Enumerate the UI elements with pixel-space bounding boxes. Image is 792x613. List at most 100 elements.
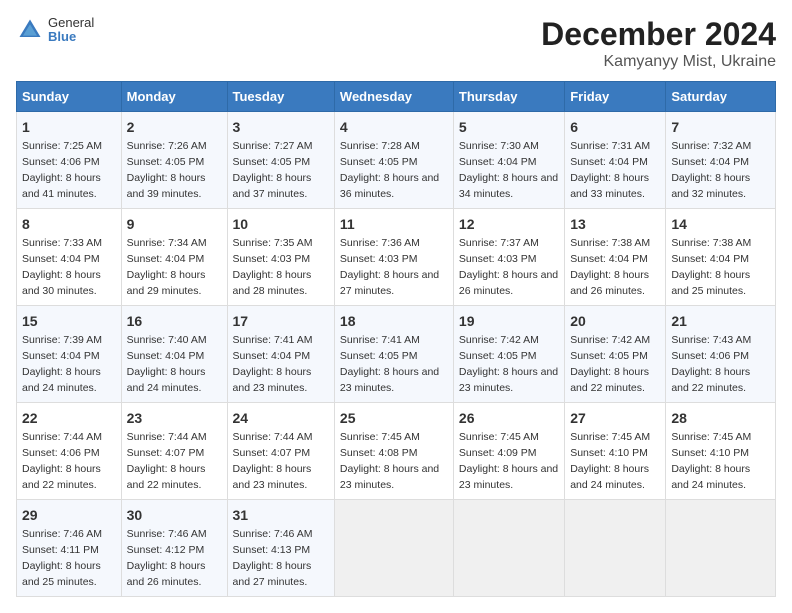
sunset-info: Sunset: 4:03 PM xyxy=(233,253,311,265)
daylight-label: Daylight: 8 hours and 23 minutes. xyxy=(340,366,439,394)
calendar-cell: 6Sunrise: 7:31 AMSunset: 4:04 PMDaylight… xyxy=(565,112,666,209)
calendar-cell: 28Sunrise: 7:45 AMSunset: 4:10 PMDayligh… xyxy=(666,403,776,500)
sunrise-info: Sunrise: 7:38 AM xyxy=(671,237,751,249)
calendar-week-row: 1Sunrise: 7:25 AMSunset: 4:06 PMDaylight… xyxy=(17,112,776,209)
calendar-cell: 19Sunrise: 7:42 AMSunset: 4:05 PMDayligh… xyxy=(453,306,564,403)
col-monday: Monday xyxy=(121,82,227,112)
sunrise-info: Sunrise: 7:31 AM xyxy=(570,140,650,152)
sunset-info: Sunset: 4:06 PM xyxy=(22,156,100,168)
daylight-label: Daylight: 8 hours and 24 minutes. xyxy=(671,463,750,491)
sunrise-info: Sunrise: 7:45 AM xyxy=(570,431,650,443)
sunset-info: Sunset: 4:12 PM xyxy=(127,544,205,556)
sunset-info: Sunset: 4:04 PM xyxy=(671,253,749,265)
calendar-cell: 13Sunrise: 7:38 AMSunset: 4:04 PMDayligh… xyxy=(565,209,666,306)
sunset-info: Sunset: 4:04 PM xyxy=(570,156,648,168)
daylight-label: Daylight: 8 hours and 24 minutes. xyxy=(22,366,101,394)
sunset-info: Sunset: 4:05 PM xyxy=(340,350,418,362)
calendar-cell: 18Sunrise: 7:41 AMSunset: 4:05 PMDayligh… xyxy=(334,306,453,403)
sunset-info: Sunset: 4:05 PM xyxy=(127,156,205,168)
daylight-label: Daylight: 8 hours and 24 minutes. xyxy=(127,366,206,394)
day-number: 10 xyxy=(233,214,329,234)
logo: General Blue xyxy=(16,16,94,45)
day-number: 16 xyxy=(127,311,222,331)
calendar-cell: 16 Sunrise: 7:40 AM Sunset: 4:04 PM Dayligh… xyxy=(121,306,227,403)
calendar-cell: 27Sunrise: 7:45 AMSunset: 4:10 PMDayligh… xyxy=(565,403,666,500)
calendar-cell: 8Sunrise: 7:33 AMSunset: 4:04 PMDaylight… xyxy=(17,209,122,306)
calendar-cell xyxy=(565,500,666,597)
sunset-info: Sunset: 4:07 PM xyxy=(233,447,311,459)
col-tuesday: Tuesday xyxy=(227,82,334,112)
sunrise-info: Sunrise: 7:40 AM xyxy=(127,334,207,346)
daylight-label: Daylight: 8 hours and 28 minutes. xyxy=(233,269,312,297)
day-number: 28 xyxy=(671,408,770,428)
day-number: 23 xyxy=(127,408,222,428)
daylight-label: Daylight: 8 hours and 23 minutes. xyxy=(233,463,312,491)
calendar-cell: 22Sunrise: 7:44 AMSunset: 4:06 PMDayligh… xyxy=(17,403,122,500)
daylight-label: Daylight: 8 hours and 25 minutes. xyxy=(22,560,101,588)
day-number: 8 xyxy=(22,214,116,234)
sunrise-info: Sunrise: 7:26 AM xyxy=(127,140,207,152)
sunset-info: Sunset: 4:04 PM xyxy=(459,156,537,168)
logo-general-text: General xyxy=(48,16,94,30)
sunset-info: Sunset: 4:04 PM xyxy=(22,350,100,362)
sunset-info: Sunset: 4:09 PM xyxy=(459,447,537,459)
sunset-info: Sunset: 4:04 PM xyxy=(233,350,311,362)
day-number: 7 xyxy=(671,117,770,137)
daylight-label: Daylight: 8 hours and 26 minutes. xyxy=(459,269,558,297)
daylight-label: Daylight: 8 hours and 37 minutes. xyxy=(233,172,312,200)
calendar-cell: 26Sunrise: 7:45 AMSunset: 4:09 PMDayligh… xyxy=(453,403,564,500)
sunrise-info: Sunrise: 7:36 AM xyxy=(340,237,420,249)
sunset-info: Sunset: 4:10 PM xyxy=(570,447,648,459)
sunrise-info: Sunrise: 7:45 AM xyxy=(459,431,539,443)
calendar-cell xyxy=(453,500,564,597)
sunrise-info: Sunrise: 7:46 AM xyxy=(127,528,207,540)
sunrise-info: Sunrise: 7:41 AM xyxy=(233,334,313,346)
daylight-label: Daylight: 8 hours and 27 minutes. xyxy=(340,269,439,297)
sunrise-info: Sunrise: 7:27 AM xyxy=(233,140,313,152)
daylight-label: Daylight: 8 hours and 22 minutes. xyxy=(671,366,750,394)
day-number: 18 xyxy=(340,311,448,331)
day-number: 15 xyxy=(22,311,116,331)
sunrise-info: Sunrise: 7:38 AM xyxy=(570,237,650,249)
calendar-cell: 23Sunrise: 7:44 AMSunset: 4:07 PMDayligh… xyxy=(121,403,227,500)
calendar-cell: 15Sunrise: 7:39 AMSunset: 4:04 PMDayligh… xyxy=(17,306,122,403)
calendar-cell: 14Sunrise: 7:38 AMSunset: 4:04 PMDayligh… xyxy=(666,209,776,306)
col-friday: Friday xyxy=(565,82,666,112)
daylight-label: Daylight: 8 hours and 36 minutes. xyxy=(340,172,439,200)
day-number: 9 xyxy=(127,214,222,234)
sunset-info: Sunset: 4:04 PM xyxy=(127,253,205,265)
daylight-label: Daylight: 8 hours and 27 minutes. xyxy=(233,560,312,588)
daylight-label: Daylight: 8 hours and 26 minutes. xyxy=(127,560,206,588)
calendar-cell: 24Sunrise: 7:44 AMSunset: 4:07 PMDayligh… xyxy=(227,403,334,500)
calendar-cell: 20Sunrise: 7:42 AMSunset: 4:05 PMDayligh… xyxy=(565,306,666,403)
daylight-label: Daylight: 8 hours and 39 minutes. xyxy=(127,172,206,200)
col-saturday: Saturday xyxy=(666,82,776,112)
logo-icon xyxy=(16,16,44,44)
daylight-label: Daylight: 8 hours and 33 minutes. xyxy=(570,172,649,200)
sunset-info: Sunset: 4:10 PM xyxy=(671,447,749,459)
calendar-week-row: 8Sunrise: 7:33 AMSunset: 4:04 PMDaylight… xyxy=(17,209,776,306)
sunrise-info: Sunrise: 7:42 AM xyxy=(570,334,650,346)
day-number: 22 xyxy=(22,408,116,428)
sunrise-info: Sunrise: 7:32 AM xyxy=(671,140,751,152)
day-number: 3 xyxy=(233,117,329,137)
col-sunday: Sunday xyxy=(17,82,122,112)
calendar-cell: 5Sunrise: 7:30 AMSunset: 4:04 PMDaylight… xyxy=(453,112,564,209)
sunrise-info: Sunrise: 7:35 AM xyxy=(233,237,313,249)
sunrise-info: Sunrise: 7:28 AM xyxy=(340,140,420,152)
calendar-cell xyxy=(666,500,776,597)
sunset-info: Sunset: 4:04 PM xyxy=(570,253,648,265)
calendar-cell: 17Sunrise: 7:41 AMSunset: 4:04 PMDayligh… xyxy=(227,306,334,403)
calendar-table: Sunday Monday Tuesday Wednesday Thursday… xyxy=(16,81,776,597)
day-number: 21 xyxy=(671,311,770,331)
sunrise-info: Sunrise: 7:37 AM xyxy=(459,237,539,249)
day-number: 2 xyxy=(127,117,222,137)
day-number: 1 xyxy=(22,117,116,137)
daylight-label: Daylight: 8 hours and 34 minutes. xyxy=(459,172,558,200)
day-number: 24 xyxy=(233,408,329,428)
sunset-info: Sunset: 4:04 PM xyxy=(22,253,100,265)
calendar-cell: 7Sunrise: 7:32 AMSunset: 4:04 PMDaylight… xyxy=(666,112,776,209)
page-title: December 2024 xyxy=(541,16,776,53)
daylight-label: Daylight: 8 hours and 30 minutes. xyxy=(22,269,101,297)
sunset-info: Sunset: 4:04 PM xyxy=(127,350,205,362)
